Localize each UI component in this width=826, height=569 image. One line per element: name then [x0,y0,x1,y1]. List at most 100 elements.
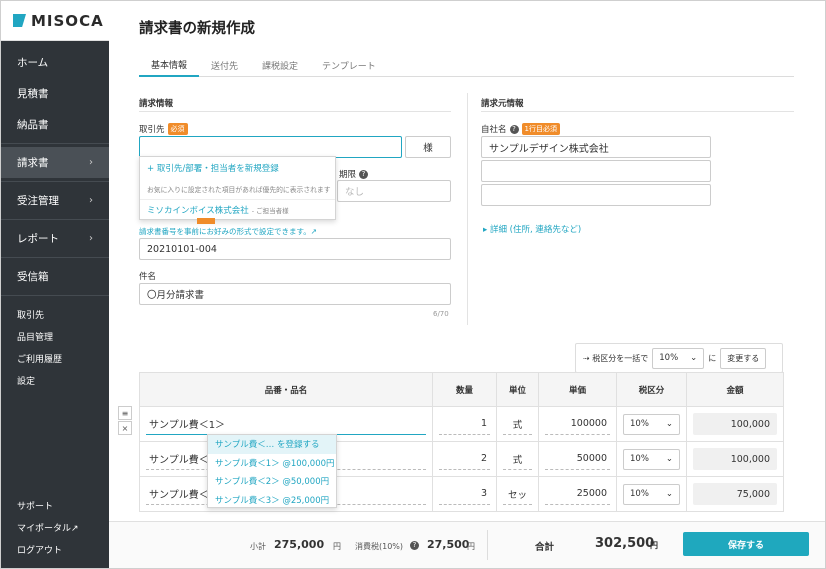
sidebar-item-settings[interactable]: 設定 [1,369,109,391]
invoice-number-input[interactable]: 20210101-004 [139,238,451,260]
chevron-down-icon: ⌄ [690,353,698,363]
bulk-tax-select[interactable]: 10% ⌄ [652,347,705,369]
dropdown-note: お気に入りに設定された項目があれば優先的に表示されます [147,185,331,194]
honorific-field[interactable]: 様 [405,136,451,158]
item-option[interactable]: サンプル費＜1＞ @100,000円 [208,454,336,473]
sidebar-item-label: 請求書 [17,157,49,169]
tab-recipient[interactable]: 送付先 [199,53,250,77]
sidebar-item-label: 納品書 [17,119,49,131]
tax-yen: 円 [467,542,475,551]
item-option[interactable]: サンプル費＜3＞ @25,000円 [208,491,336,510]
unit-input[interactable]: セッ [503,483,532,505]
total-label: 合計 [535,542,555,553]
main-content: 請求書の新規作成 基本情報 送付先 課税設定 テンプレート 請求情報 取引先 必須… [109,1,825,568]
bulk-tax-value: 10% [659,353,679,363]
add-client-option[interactable]: + 取引先/部署・担当者を新規登録 [140,157,335,178]
required-badge-partial [197,218,215,224]
footer-bar: 小計 275,000 円 消費税(10%) ? 27,500 円 合計 302,… [109,521,825,568]
price-input[interactable]: 100000 [545,413,610,435]
chevron-down-icon: ⌄ [665,454,673,464]
logo[interactable]: MISOCA [1,1,109,41]
price-input[interactable]: 50000 [545,448,610,470]
qty-input[interactable]: 2 [439,448,490,470]
divider [1,219,109,220]
details-link[interactable]: ▸ 詳細 (住所, 連絡先など) [483,223,581,235]
help-icon[interactable]: ? [410,541,419,550]
sidebar-item-logout[interactable]: ログアウト [1,538,109,560]
billing-section-heading: 請求情報 [139,99,174,109]
subject-input[interactable]: 〇月分請求書 [139,283,451,305]
sidebar-item-products[interactable]: 品目管理 [1,325,109,347]
number-format-link[interactable]: 請求書番号を事前にお好みの形式で設定できます。↗ [139,226,317,237]
company-line1-input[interactable]: サンプルデザイン株式会社 [481,136,711,158]
logo-mark-icon [13,14,26,27]
sidebar-item-history[interactable]: ご利用履歴 [1,347,109,369]
divider [1,295,109,296]
help-icon[interactable]: ? [509,124,519,134]
register-item-option[interactable]: サンプル費＜… を登録する [208,435,336,454]
save-button[interactable]: 保存する [683,532,809,556]
chevron-right-icon: › [89,233,93,244]
sidebar-item-reports[interactable]: レポート › [1,223,109,254]
total-yen: 円 [650,541,658,550]
col-header-amount: 金額 [686,372,784,407]
sidebar-item-delivery[interactable]: 納品書 [1,109,109,140]
client-option[interactable]: ミソカインボイス株式会社 - ご担当者様 [140,199,335,220]
amount-value: 100,000 [693,413,777,435]
qty-input[interactable]: 3 [439,483,490,505]
item-suggest-dropdown: サンプル費＜… を登録する サンプル費＜1＞ @100,000円 サンプル費＜2… [207,434,337,508]
divider [1,181,109,182]
tab-tax-settings[interactable]: 課税設定 [250,53,310,77]
tax-value: 10% [630,489,649,499]
client-input[interactable] [139,136,402,158]
client-label: 取引先 必須 [139,123,188,135]
required-badge: 1行目必須 [521,123,560,135]
client-suggest-dropdown: + 取引先/部署・担当者を新規登録 お気に入りに設定された項目があれば優先的に表… [139,156,336,220]
help-icon[interactable]: ? [359,169,369,179]
bulk-tax-suffix: に [708,353,717,363]
tab-template[interactable]: テンプレート [310,53,388,77]
item-name-input[interactable]: サンプル費＜1＞ [146,413,426,435]
amount-value: 100,000 [693,448,777,470]
amount-value: 75,000 [693,483,777,505]
tax-value: 27,500 [427,538,470,551]
company-line3-input[interactable] [481,184,711,206]
sidebar-item-clients[interactable]: 取引先 [1,303,109,325]
sidebar-item-myportal[interactable]: マイポータル↗ [1,516,109,538]
chevron-right-icon: › [89,157,93,168]
col-header-qty: 数量 [432,372,497,407]
sidebar-item-invoices[interactable]: 請求書 › [1,147,109,178]
col-header-name: 品番・品名 [139,372,433,407]
price-input[interactable]: 25000 [545,483,610,505]
sidebar-item-estimates[interactable]: 見積書 [1,78,109,109]
tax-select[interactable]: 10% ⌄ [623,483,680,505]
company-line2-input[interactable] [481,160,711,182]
sidebar-item-orders[interactable]: 受注管理 › [1,185,109,216]
subtotal-value: 275,000 [274,538,325,551]
subject-label: 件名 [139,270,156,282]
due-date-input[interactable]: なし [337,180,451,202]
bulk-change-button[interactable]: 変更する [720,347,767,369]
drag-handle-icon[interactable]: ≡ [118,406,132,420]
unit-input[interactable]: 式 [503,448,532,470]
sidebar-item-inbox[interactable]: 受信箱 [1,261,109,292]
due-label: 期限? [339,168,369,180]
tax-select[interactable]: 10% ⌄ [623,448,680,470]
qty-input[interactable]: 1 [439,413,490,435]
sidebar-item-label: 見積書 [17,88,49,100]
chevron-down-icon: ⌄ [665,419,673,429]
remove-row-icon[interactable]: × [118,421,132,435]
sidebar-item-home[interactable]: ホーム [1,47,109,78]
company-label: 自社名? 1行目必須 [481,123,560,135]
tax-select[interactable]: 10% ⌄ [623,413,680,435]
column-divider [467,93,468,325]
col-header-price: 単価 [538,372,617,407]
sidebar-item-label: レポート [17,233,59,245]
tab-basic-info[interactable]: 基本情報 [139,53,200,77]
divider [481,111,794,112]
unit-input[interactable]: 式 [503,413,532,435]
item-option[interactable]: サンプル費＜2＞ @50,000円 [208,472,336,491]
divider [487,530,488,560]
divider [1,143,109,144]
sidebar-item-support[interactable]: サポート [1,494,109,516]
